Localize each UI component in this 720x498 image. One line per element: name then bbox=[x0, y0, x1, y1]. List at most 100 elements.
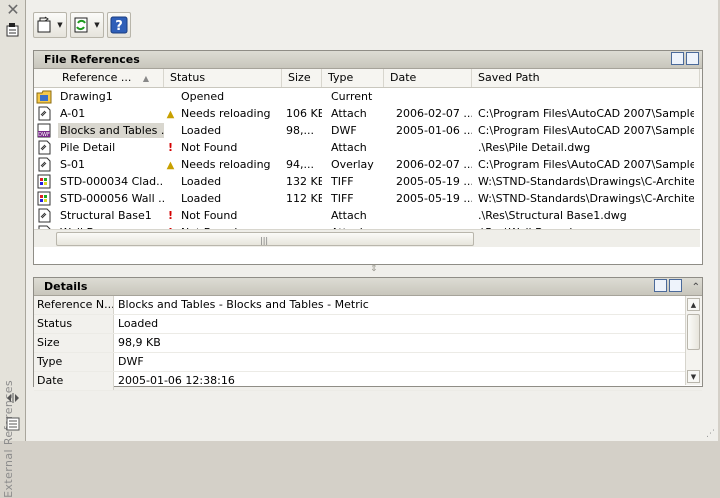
column-type[interactable]: Type bbox=[322, 69, 384, 87]
chevron-down-icon[interactable]: ▼ bbox=[56, 21, 64, 29]
reference-name: S-01 bbox=[60, 158, 85, 171]
cell-size: 98,... bbox=[286, 124, 314, 137]
cell-size: 132 KB bbox=[286, 175, 322, 188]
cell-size: 94,... bbox=[286, 158, 314, 171]
cell-date: 2005-05-19 ... bbox=[396, 192, 472, 205]
details-view-icon[interactable] bbox=[654, 279, 667, 292]
cell-status: Needs reloading bbox=[181, 158, 271, 171]
table-row[interactable]: STD-000056 Wall ... Loaded 112 KB TIFF 2005-… bbox=[34, 190, 702, 207]
details-header: Details ⌃ bbox=[34, 278, 702, 296]
image-file-icon bbox=[37, 174, 51, 189]
detail-label: Reference N... bbox=[34, 296, 114, 314]
horizontal-scrollbar[interactable]: ||| bbox=[34, 229, 700, 247]
detail-value: 2005-01-06 12:38:16 bbox=[118, 374, 235, 387]
reference-name: Drawing1 bbox=[60, 90, 113, 103]
scroll-down-icon[interactable]: ▼ bbox=[687, 370, 700, 383]
reference-name: Pile Detail bbox=[60, 141, 116, 154]
chevron-down-icon[interactable]: ▼ bbox=[93, 21, 101, 29]
detail-label: Status bbox=[34, 315, 114, 333]
cell-path: W:\STND-Standards\Drawings\C-Architectur… bbox=[478, 175, 694, 188]
reference-name-cell: A-01 bbox=[34, 106, 164, 121]
table-row[interactable]: Pile Detail! Not Found Attach .\Res\Pile De… bbox=[34, 139, 702, 156]
auto-hide-icon[interactable] bbox=[5, 391, 21, 405]
list-view-icon[interactable] bbox=[671, 52, 684, 65]
cell-type: Attach bbox=[331, 141, 367, 154]
details-row: Date 2005-01-06 12:38:16 bbox=[34, 372, 702, 391]
scrollbar-thumb[interactable]: ||| bbox=[56, 232, 474, 246]
cell-type: TIFF bbox=[331, 175, 354, 188]
tree-view-icon[interactable] bbox=[686, 52, 699, 65]
file-references-header: File References bbox=[34, 51, 702, 69]
reference-name-cell: S-01 bbox=[34, 157, 164, 172]
cell-type: Current bbox=[331, 90, 373, 103]
cell-date: 2006-02-07 ... bbox=[396, 107, 472, 120]
cell-status: Loaded bbox=[181, 175, 222, 188]
vertical-scrollbar[interactable]: ▲ ▼ bbox=[685, 296, 702, 385]
table-row[interactable]: S-01 ▲ Needs reloading 94,... Overlay 2006-02… bbox=[34, 156, 702, 173]
resize-grip-icon[interactable]: ⋰ bbox=[706, 429, 716, 439]
dwg-file-icon bbox=[38, 157, 51, 172]
attach-button[interactable]: ▼ bbox=[33, 12, 67, 38]
cell-status: Not Found bbox=[181, 209, 238, 222]
detail-value: Loaded bbox=[118, 317, 159, 330]
cell-path: C:\Program Files\AutoCAD 2007\Sample\Blo… bbox=[478, 124, 694, 137]
table-row[interactable]: STD-000034 Clad... Loaded 132 KB TIFF 2005-0… bbox=[34, 173, 702, 190]
cell-type: Attach bbox=[331, 209, 367, 222]
properties-icon[interactable] bbox=[5, 22, 21, 38]
table-row[interactable]: Drawing1 Opened Current bbox=[34, 88, 702, 105]
svg-text:DWF: DWF bbox=[38, 132, 50, 138]
cell-status: Needs reloading bbox=[181, 107, 271, 120]
reference-name-cell: STD-000034 Clad... bbox=[34, 174, 164, 189]
details-panel: Details ⌃ Reference N... Blocks and Table… bbox=[33, 277, 703, 391]
column-status[interactable]: Status bbox=[164, 69, 282, 87]
palette-menu-icon[interactable] bbox=[5, 416, 21, 432]
detail-value: Blocks and Tables - Blocks and Tables - … bbox=[118, 298, 369, 311]
panel-title: Details bbox=[44, 280, 88, 293]
refresh-button[interactable]: ▼ bbox=[70, 12, 104, 38]
cell-status: Loaded bbox=[181, 192, 222, 205]
dwf-file-icon: DWF bbox=[37, 123, 51, 138]
close-icon[interactable]: ✕ bbox=[5, 2, 21, 18]
table-row[interactable]: Structural Base1! Not Found Attach .\Res\St… bbox=[34, 207, 702, 224]
cell-path: .\Res\Pile Detail.dwg bbox=[478, 141, 591, 154]
warning-icon: ▲ bbox=[166, 109, 175, 120]
details-row: Status Loaded bbox=[34, 315, 702, 334]
column-headers: Reference ... ▲ Status Size Type Date Sa… bbox=[34, 69, 702, 88]
reference-list: Drawing1 Opened Current A-01 ▲ Needs reloadin… bbox=[34, 88, 702, 241]
preview-icon[interactable] bbox=[669, 279, 682, 292]
column-reference-name[interactable]: Reference ... ▲ bbox=[34, 69, 164, 87]
reference-name-cell: Drawing1 bbox=[34, 89, 164, 104]
image-file-icon bbox=[37, 191, 51, 206]
dwg-file-icon bbox=[38, 208, 51, 223]
sort-ascending-icon: ▲ bbox=[142, 74, 150, 83]
table-row[interactable]: DWF Blocks and Tables ... Loaded 98,... DWF 2… bbox=[34, 122, 702, 139]
cell-path: C:\Program Files\AutoCAD 2007\Sample\She… bbox=[478, 107, 694, 120]
warning-icon: ▲ bbox=[166, 160, 175, 171]
cell-path: W:\STND-Standards\Drawings\C-Architectur… bbox=[478, 192, 694, 205]
splitter-handle-icon[interactable]: ⇕ bbox=[370, 264, 378, 274]
reference-name: STD-000034 Clad... bbox=[60, 175, 164, 188]
details-list: Reference N... Blocks and Tables - Blocks… bbox=[34, 296, 702, 391]
scroll-up-icon[interactable]: ▲ bbox=[687, 298, 700, 311]
table-row[interactable]: A-01 ▲ Needs reloading 106 KB Attach 2006-02-… bbox=[34, 105, 702, 122]
scrollbar-thumb[interactable] bbox=[687, 314, 700, 350]
reference-name: STD-000056 Wall ... bbox=[60, 192, 164, 205]
xref-palette: ▼ ▼ ? File References Reference ... ▲ St… bbox=[26, 0, 718, 441]
drawing-icon bbox=[36, 90, 52, 104]
panel-title: File References bbox=[44, 53, 140, 66]
collapse-icon[interactable]: ⌃ bbox=[692, 279, 700, 296]
cell-date: 2005-01-06 ... bbox=[396, 124, 472, 137]
column-date[interactable]: Date bbox=[384, 69, 472, 87]
cell-status: Opened bbox=[181, 90, 225, 103]
error-icon: ! bbox=[167, 209, 174, 222]
column-size[interactable]: Size bbox=[282, 69, 322, 87]
refresh-icon bbox=[74, 17, 88, 33]
error-icon: ! bbox=[167, 141, 174, 154]
help-button[interactable]: ? bbox=[107, 12, 131, 38]
cell-size: 112 KB bbox=[286, 192, 322, 205]
column-saved-path[interactable]: Saved Path bbox=[472, 69, 700, 87]
reference-name: A-01 bbox=[60, 107, 86, 120]
attach-dwg-icon bbox=[37, 16, 51, 33]
details-row: Size 98,9 KB bbox=[34, 334, 702, 353]
dwg-file-icon bbox=[38, 140, 51, 155]
